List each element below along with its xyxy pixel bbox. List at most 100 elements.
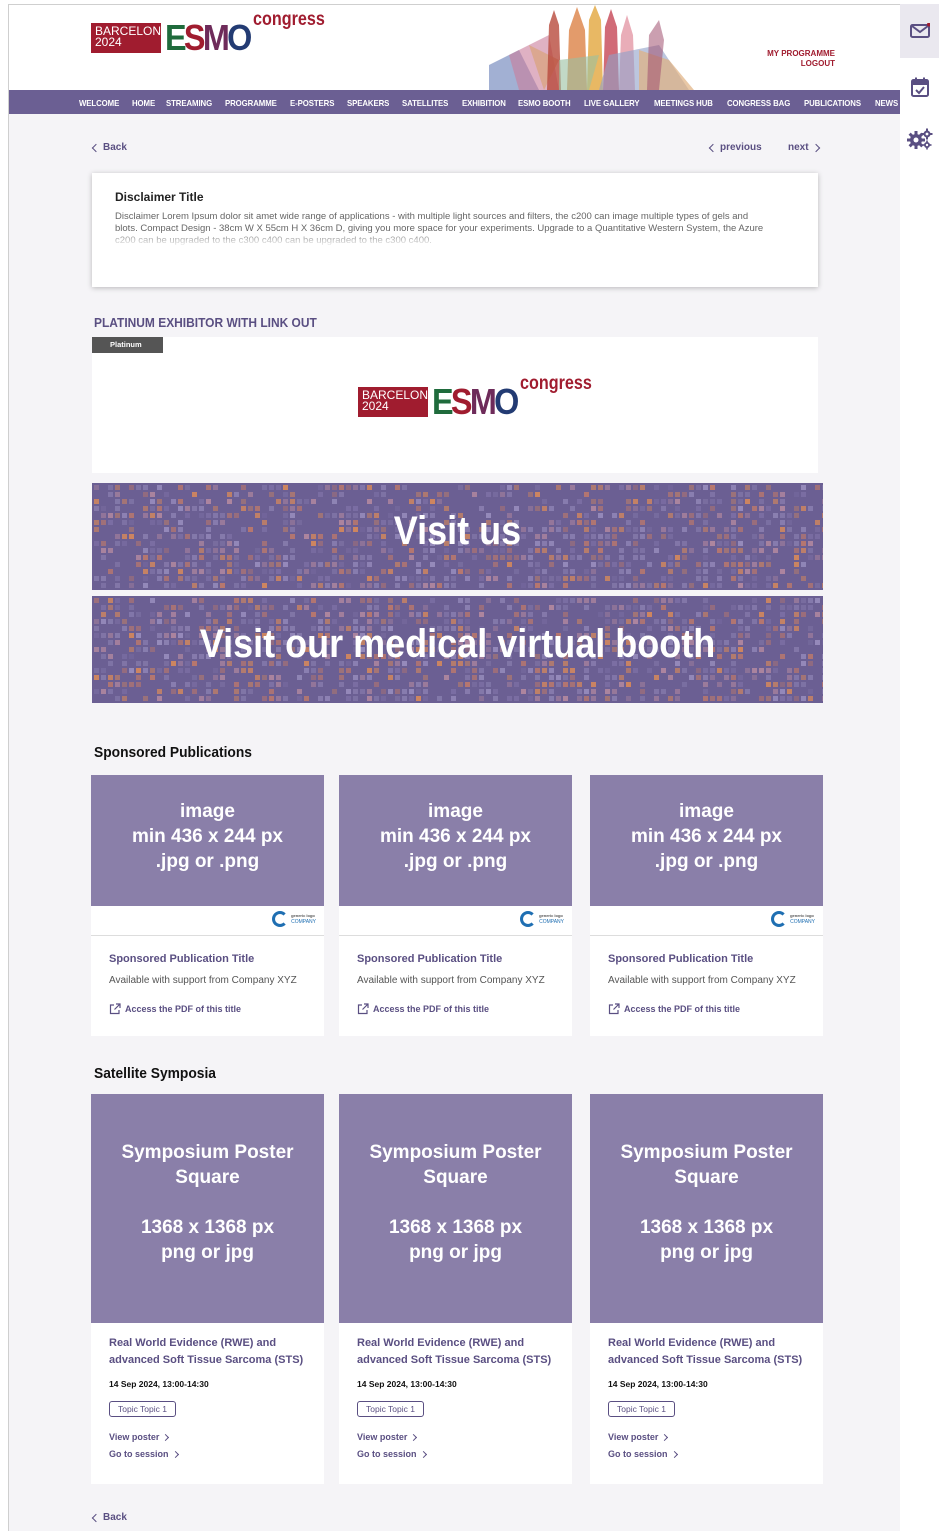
mosaic-tile (423, 612, 428, 617)
mosaic-tile (822, 555, 823, 560)
mosaic-tile (500, 668, 505, 673)
mosaic-tile (150, 675, 155, 680)
mosaic-tile (143, 576, 148, 581)
nav-item-congress-bag[interactable]: CONGRESS BAG (727, 98, 790, 108)
nav-item-esmo-booth[interactable]: ESMO BOOTH (518, 98, 571, 108)
go-to-session-link[interactable]: Go to session (109, 1449, 179, 1459)
messages-button[interactable] (900, 4, 939, 58)
symposium-title[interactable]: Real World Evidence (RWE) and advanced S… (109, 1335, 314, 1369)
mosaic-tile (591, 569, 596, 574)
previous-link[interactable]: previous (708, 142, 762, 153)
nav-item-welcome[interactable]: WELCOME (79, 98, 119, 108)
mosaic-tile (808, 605, 813, 610)
mosaic-tile (535, 569, 540, 574)
symposium-card[interactable]: Symposium Poster Square 1368 x 1368 px p… (91, 1094, 324, 1484)
settings-button[interactable] (900, 112, 939, 166)
mosaic-tile (654, 598, 659, 603)
symposium-card[interactable]: Symposium Poster Square 1368 x 1368 px p… (339, 1094, 572, 1484)
logo-letter: M (469, 381, 497, 422)
publication-title[interactable]: Sponsored Publication Title (109, 951, 254, 968)
mosaic-tile (724, 668, 729, 673)
mosaic-tile (584, 696, 589, 701)
publication-title[interactable]: Sponsored Publication Title (608, 951, 753, 968)
logout-link[interactable]: LOGOUT (767, 59, 835, 69)
access-pdf-link[interactable]: Access the PDF of this title (109, 1003, 241, 1015)
view-poster-link[interactable]: View poster (357, 1432, 418, 1442)
mosaic-tile (507, 605, 512, 610)
mosaic-tile (612, 562, 617, 567)
topic-tag[interactable]: Topic Topic 1 (357, 1401, 424, 1417)
visit-us-banner[interactable]: Visit us (92, 483, 823, 590)
mosaic-tile (696, 576, 701, 581)
nav-item-speakers[interactable]: SPEAKERS (347, 98, 389, 108)
mosaic-tile (794, 562, 799, 567)
mosaic-tile (332, 555, 337, 560)
next-link[interactable]: next (788, 142, 820, 153)
publication-card[interactable]: image min 436 x 244 px .jpg or .png gene… (339, 775, 572, 1036)
mosaic-tile (584, 576, 589, 581)
publication-card[interactable]: image min 436 x 244 px .jpg or .png gene… (91, 775, 324, 1036)
symposium-title[interactable]: Real World Evidence (RWE) and advanced S… (357, 1335, 562, 1369)
mosaic-tile (528, 696, 533, 701)
mosaic-tile (402, 485, 407, 490)
mosaic-tile (822, 661, 823, 666)
nav-item-news[interactable]: NEWS (875, 98, 898, 108)
nav-item-e-posters[interactable]: E-POSTERS (290, 98, 334, 108)
mosaic-tile (577, 598, 582, 603)
topic-tag[interactable]: Topic Topic 1 (608, 1401, 675, 1417)
mosaic-tile (479, 675, 484, 680)
nav-item-streaming[interactable]: STREAMING (166, 98, 212, 108)
footer-back-link[interactable]: Back (91, 1512, 127, 1523)
mosaic-tile (108, 598, 113, 603)
back-link[interactable]: Back (91, 142, 127, 153)
topic-tag[interactable]: Topic Topic 1 (109, 1401, 176, 1417)
mosaic-tile (276, 485, 281, 490)
nav-item-publications[interactable]: PUBLICATIONS (804, 98, 861, 108)
mosaic-tile (136, 555, 141, 560)
symposium-card[interactable]: Symposium Poster Square 1368 x 1368 px p… (590, 1094, 823, 1484)
mosaic-tile (633, 499, 638, 504)
mosaic-tile (794, 682, 799, 687)
access-pdf-link[interactable]: Access the PDF of this title (608, 1003, 740, 1015)
nav-item-live-gallery[interactable]: LIVE GALLERY (584, 98, 640, 108)
mosaic-tile (633, 612, 638, 617)
nav-item-home[interactable]: HOME (132, 98, 155, 108)
mosaic-tile (696, 562, 701, 567)
mosaic-tile (101, 576, 106, 581)
mosaic-tile (276, 682, 281, 687)
virtual-booth-banner[interactable]: Visit our medical virtual booth (92, 596, 823, 703)
view-poster-link[interactable]: View poster (608, 1432, 669, 1442)
go-to-session-link[interactable]: Go to session (357, 1449, 427, 1459)
mosaic-tile (808, 555, 813, 560)
nav-item-programme[interactable]: PROGRAMME (225, 98, 277, 108)
mosaic-tile (444, 612, 449, 617)
mosaic-tile (108, 689, 113, 694)
mosaic-tile (430, 499, 435, 504)
mosaic-tile (710, 562, 715, 567)
mosaic-tile (612, 576, 617, 581)
mosaic-tile (703, 562, 708, 567)
my-programme-link[interactable]: MY PROGRAMME (767, 49, 835, 59)
mosaic-tile (773, 668, 778, 673)
nav-item-exhibition[interactable]: EXHIBITION (462, 98, 506, 108)
exhibitor-logo-box[interactable]: BARCELONA 2024 ESMO congress (92, 337, 818, 473)
nav-item-meetings-hub[interactable]: MEETINGS HUB (654, 98, 713, 108)
mosaic-tile (640, 682, 645, 687)
access-pdf-link[interactable]: Access the PDF of this title (357, 1003, 489, 1015)
publication-title[interactable]: Sponsored Publication Title (357, 951, 502, 968)
view-poster-link[interactable]: View poster (109, 1432, 170, 1442)
publication-card[interactable]: image min 436 x 244 px .jpg or .png gene… (590, 775, 823, 1036)
mosaic-tile (213, 583, 218, 588)
mosaic-tile (360, 569, 365, 574)
go-to-session-link[interactable]: Go to session (608, 1449, 678, 1459)
mosaic-tile (605, 696, 610, 701)
mosaic-tile (248, 569, 253, 574)
nav-item-satellites[interactable]: SATELLITES (402, 98, 448, 108)
symposium-title[interactable]: Real World Evidence (RWE) and advanced S… (608, 1335, 813, 1369)
esmo-congress-logo[interactable]: BARCELONA 2024 ESMO congress (91, 9, 338, 56)
agenda-button[interactable] (900, 60, 939, 114)
mosaic-tile (220, 576, 225, 581)
mosaic-tile (745, 562, 750, 567)
mosaic-tile (486, 682, 491, 687)
mosaic-tile (787, 626, 792, 631)
